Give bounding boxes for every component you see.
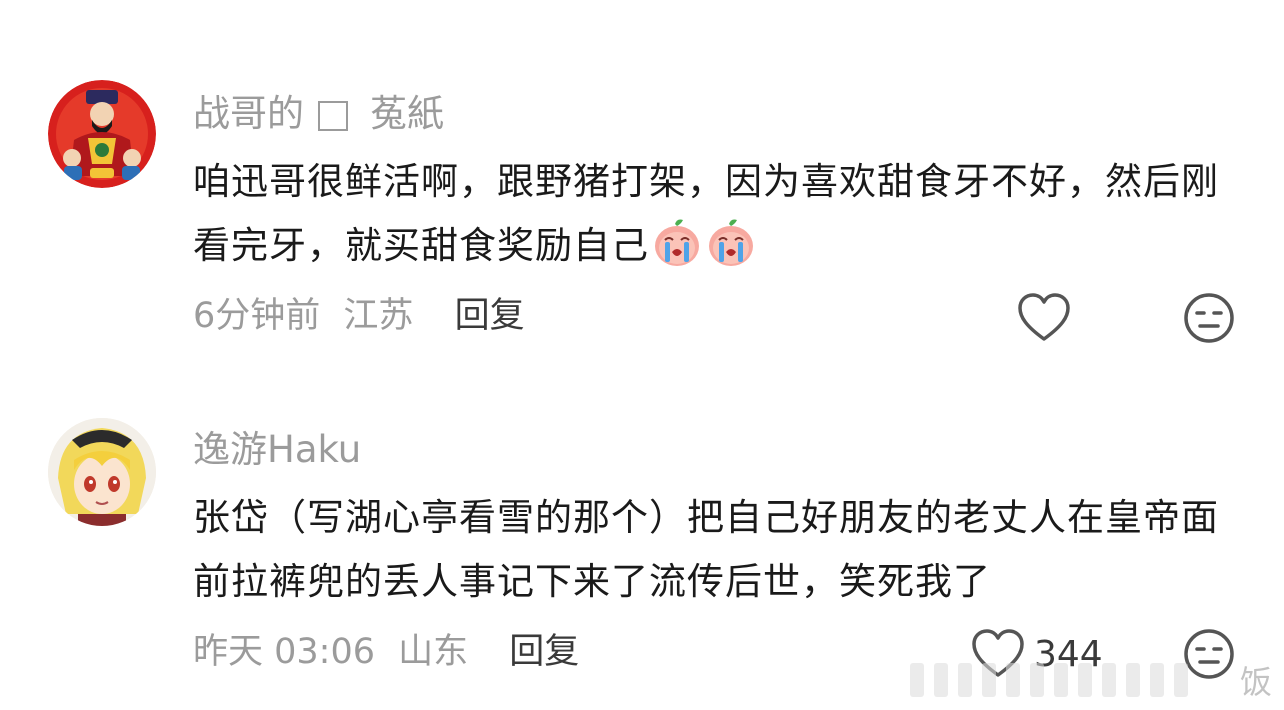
comment-time: 6分钟前	[193, 296, 321, 336]
comment-text: 咱迅哥很鲜活啊，跟野猪打架，因为喜欢甜食牙不好，然后刚看完牙，就买甜食奖励自己	[193, 150, 1243, 278]
heart-outline-icon[interactable]	[1016, 292, 1072, 344]
watermark: 饭	[860, 650, 1284, 710]
reply-button[interactable]: 回复	[509, 632, 579, 672]
comment-time: 昨天 03:06	[193, 632, 375, 672]
meh-face-icon[interactable]	[1183, 292, 1235, 344]
username-part1: 战哥的	[193, 92, 304, 135]
reply-button[interactable]: 回复	[455, 296, 525, 336]
avatar[interactable]	[48, 418, 156, 526]
username-part1: 逸游Haku	[193, 428, 362, 471]
comment-text: 张岱（写湖心亭看雪的那个）把自己好朋友的老丈人在皇帝面前拉裤兜的丢人事记下来了流…	[193, 486, 1243, 614]
comment-location: 山东	[398, 632, 469, 672]
username[interactable]: 战哥的 菟紙	[193, 92, 444, 136]
comment-location: 江苏	[343, 296, 414, 336]
username[interactable]: 逸游Haku	[193, 428, 361, 472]
comment-meta: 昨天 03:06 山东 回复	[193, 630, 579, 674]
comment-meta: 6分钟前 江苏 回复	[193, 294, 525, 338]
unknown-glyph-icon	[318, 101, 348, 131]
avatar[interactable]	[48, 80, 156, 188]
comment-body: 张岱（写湖心亭看雪的那个）把自己好朋友的老丈人在皇帝面前拉裤兜的丢人事记下来了流…	[193, 496, 1219, 603]
crying-face-emoji-icon	[651, 216, 703, 268]
crying-face-emoji-icon	[705, 216, 757, 268]
watermark-bars	[910, 663, 1188, 697]
username-part2: 菟紙	[370, 92, 444, 135]
comment-item: 战哥的 菟紙 咱迅哥很鲜活啊，跟野猪打架，因为喜欢甜食牙不好，然后刚看完牙，就买…	[0, 0, 1284, 380]
watermark-text: 饭	[1239, 663, 1272, 701]
